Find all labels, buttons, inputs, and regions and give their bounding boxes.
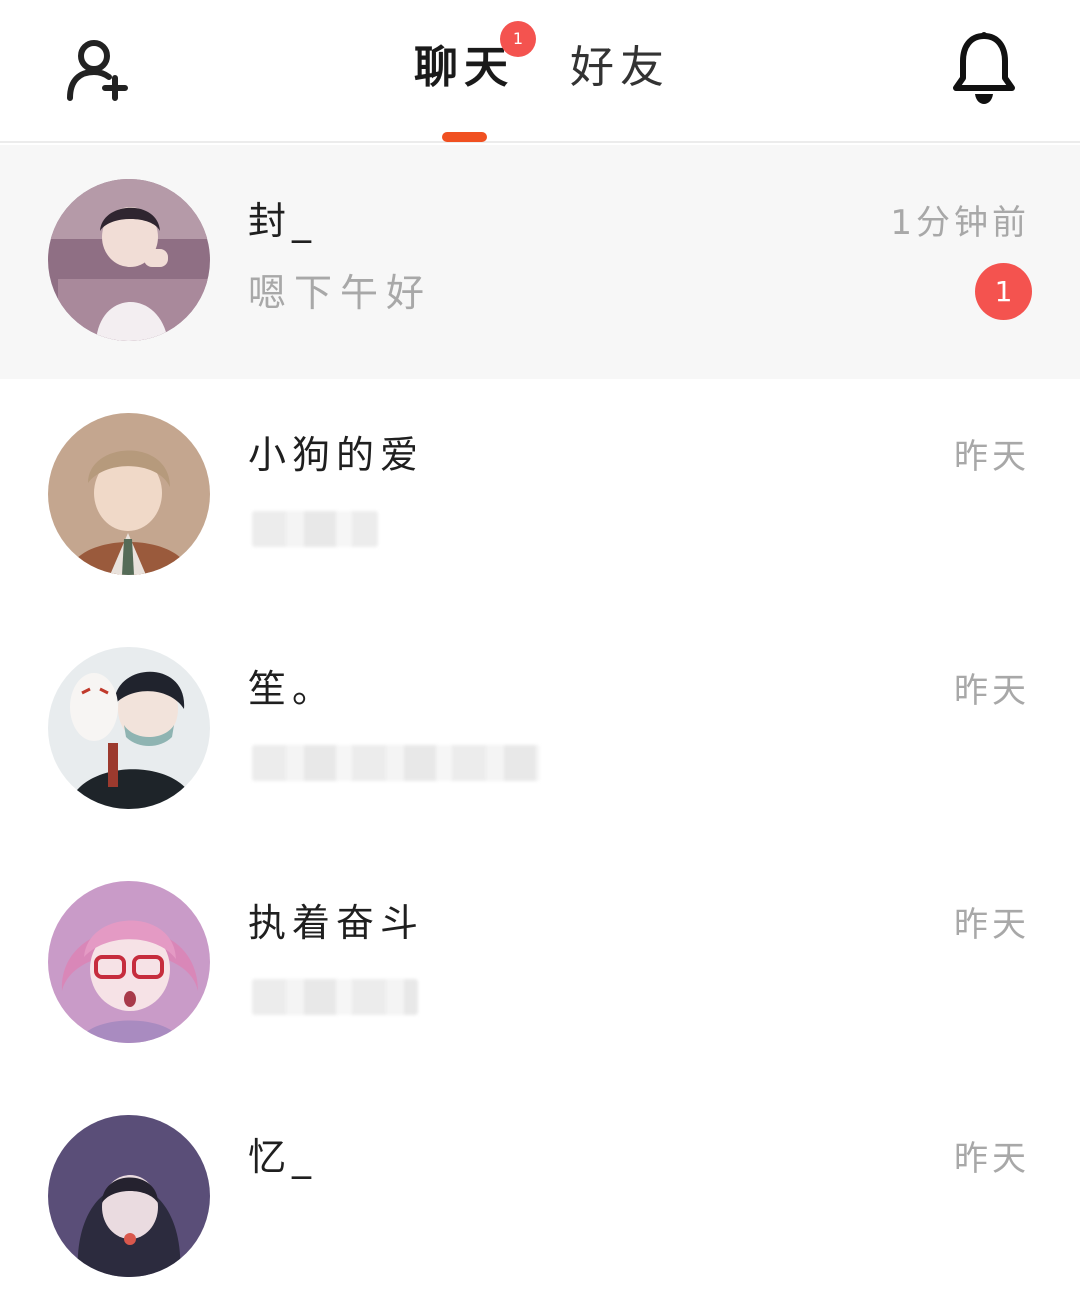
conversation-item[interactable]: 忆_ 昨天 [0,1081,1080,1315]
top-bar: 聊天 1 好友 [0,0,1080,143]
conversation-item[interactable]: 封_ 1分钟前 嗯下午好 1 [0,145,1080,379]
blurred-message-preview [252,745,540,781]
avatar[interactable] [48,179,210,341]
message-preview: 嗯下午好 [248,271,433,315]
message-time: 昨天 [954,671,1030,711]
message-time: 昨天 [954,437,1030,477]
user-plus-icon [67,40,128,101]
message-time: 昨天 [954,1139,1030,1179]
add-friend-button[interactable] [58,34,134,110]
conversation-list: 封_ 1分钟前 嗯下午好 1 小狗的爱 昨天 笙。 昨天 执着奋斗 昨天 忆_ … [0,145,1080,1315]
unread-badge: 1 [975,263,1032,320]
bell-icon [953,32,1015,104]
active-tab-indicator [442,132,487,142]
contact-name: 小狗的爱 [248,433,425,477]
contact-name: 执着奋斗 [248,901,425,945]
avatar[interactable] [48,881,210,1043]
avatar[interactable] [48,647,210,809]
contact-name: 忆_ [248,1135,318,1179]
tab-friends[interactable]: 好友 [570,40,670,96]
avatar[interactable] [48,1115,210,1277]
blurred-message-preview [252,511,378,547]
chat-tab-badge: 1 [500,21,536,57]
contact-name: 封_ [248,199,318,243]
tab-chat[interactable]: 聊天 [414,40,514,96]
message-time: 1分钟前 [890,203,1030,243]
avatar[interactable] [48,413,210,575]
blurred-message-preview [252,979,418,1015]
message-time: 昨天 [954,905,1030,945]
notification-button[interactable] [948,30,1020,110]
conversation-item[interactable]: 执着奋斗 昨天 [0,847,1080,1081]
contact-name: 笙。 [248,667,337,711]
conversation-item[interactable]: 小狗的爱 昨天 [0,379,1080,613]
conversation-item[interactable]: 笙。 昨天 [0,613,1080,847]
